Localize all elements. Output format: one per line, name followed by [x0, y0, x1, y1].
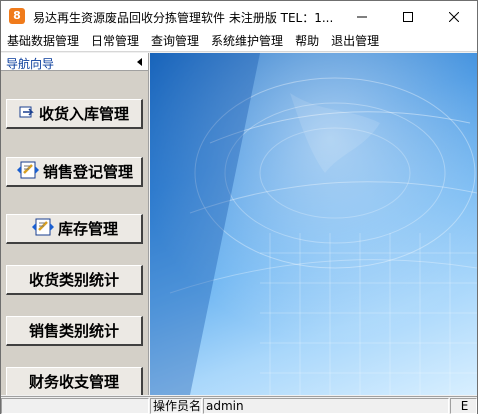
nav-header: 导航向导 — [1, 53, 148, 71]
inventory-icon — [30, 216, 56, 242]
menu-bar: 基础数据管理 日常管理 查询管理 系统维护管理 帮助 退出管理 — [1, 32, 477, 52]
nav-button-sales-register[interactable]: 销售登记管理 — [6, 157, 143, 187]
nav-button-label: 财务收支管理 — [28, 373, 119, 391]
app-icon: 8 — [9, 8, 25, 24]
menu-exit[interactable]: 退出管理 — [325, 32, 385, 51]
title-bar[interactable]: 8 易达再生资源废品回收分拣管理软件 未注册版 TEL：1... — [1, 1, 477, 32]
nav-button-label: 库存管理 — [57, 220, 118, 238]
nav-button-receive-category-stats[interactable]: 收货类别统计 — [6, 265, 143, 295]
nav-button-sales-category-stats[interactable]: 销售类别统计 — [6, 316, 143, 346]
navigation-panel: 导航向导 收货入库管理 销售登记管理 库存管理 收货类别统计 销售类别统计 财务… — [1, 53, 149, 395]
menu-basic-data[interactable]: 基础数据管理 — [1, 32, 85, 51]
nav-button-label: 销售登记管理 — [42, 163, 133, 181]
nav-button-finance[interactable]: 财务收支管理 — [6, 367, 143, 395]
nav-button-label: 销售类别统计 — [28, 322, 119, 340]
main-background-image — [150, 53, 477, 395]
receive-icon — [19, 104, 37, 124]
nav-button-label: 收货类别统计 — [28, 271, 119, 289]
sales-register-icon — [15, 159, 41, 185]
minimize-icon — [357, 16, 367, 17]
maximize-button[interactable] — [385, 1, 431, 32]
operator-label: 操作员名 — [150, 398, 202, 414]
globe-background-graphic — [150, 53, 477, 395]
nav-header-label: 导航向导 — [6, 57, 55, 71]
menu-system[interactable]: 系统维护管理 — [205, 32, 289, 51]
app-window: 8 易达再生资源废品回收分拣管理软件 未注册版 TEL：1... 基础数据管理 … — [0, 0, 478, 414]
close-icon — [449, 11, 459, 22]
menu-query[interactable]: 查询管理 — [145, 32, 205, 51]
collapse-arrow-icon[interactable] — [137, 58, 142, 66]
operator-value: admin — [203, 398, 449, 414]
window-title: 易达再生资源废品回收分拣管理软件 未注册版 TEL：1... — [33, 11, 334, 25]
minimize-button[interactable] — [339, 1, 385, 32]
menu-daily[interactable]: 日常管理 — [85, 32, 145, 51]
nav-button-receive-stock[interactable]: 收货入库管理 — [6, 99, 143, 129]
status-cell-empty — [1, 398, 149, 414]
close-button[interactable] — [431, 1, 477, 32]
status-trailing: E — [450, 398, 477, 414]
nav-button-label: 收货入库管理 — [38, 105, 129, 123]
menu-help[interactable]: 帮助 — [289, 32, 325, 51]
nav-button-inventory[interactable]: 库存管理 — [6, 214, 143, 244]
status-bar: 操作员名 admin E — [1, 396, 477, 414]
maximize-icon — [403, 11, 413, 22]
